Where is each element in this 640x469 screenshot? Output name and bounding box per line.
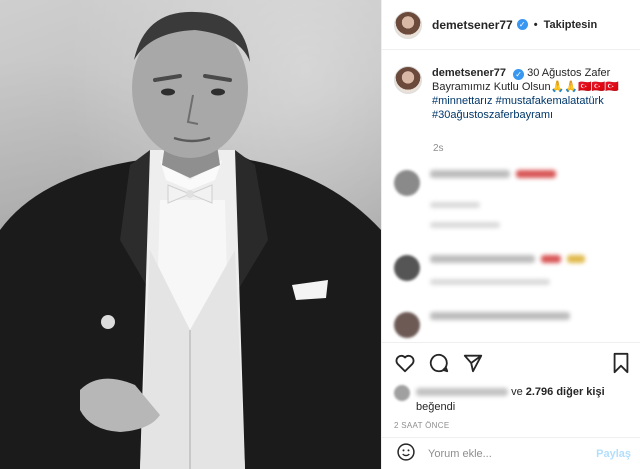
- likes-and: ve: [511, 386, 523, 398]
- likes-count-link[interactable]: 2.796 diğer kişi: [526, 386, 605, 398]
- comment-item: [394, 255, 634, 293]
- caption: demetsener77 ✓ 30 Ağustos Zafer Bayramım…: [394, 66, 634, 122]
- separator-dot: •: [533, 18, 538, 31]
- blurred-comment-meta: [430, 279, 550, 285]
- verified-icon: ✓: [516, 19, 528, 30]
- comment-avatar[interactable]: [394, 312, 420, 338]
- liker-avatar[interactable]: [394, 385, 410, 401]
- comment-avatar[interactable]: [394, 255, 420, 281]
- blurred-comment-text: [430, 202, 480, 208]
- comment-avatar[interactable]: [394, 170, 420, 196]
- add-comment-bar: Yorum ekle... Paylaş: [382, 437, 640, 469]
- emoji-icon[interactable]: [396, 442, 416, 465]
- blurred-comment-text: [430, 312, 570, 320]
- post-sidebar: demetsener77 ✓ • Takiptesin demetsener77…: [381, 0, 640, 469]
- profile-avatar[interactable]: [394, 10, 422, 39]
- blurred-emoji: [567, 255, 585, 263]
- blurred-emoji: [516, 170, 556, 178]
- verified-icon: ✓: [513, 69, 525, 80]
- caption-avatar[interactable]: [394, 66, 422, 94]
- heart-icon[interactable]: [394, 352, 416, 374]
- post-comment-button[interactable]: Paylaş: [596, 448, 631, 460]
- blurred-comment-meta: [430, 222, 500, 228]
- bookmark-icon[interactable]: [611, 352, 631, 374]
- comment-input[interactable]: Yorum ekle...: [428, 448, 596, 460]
- likes-liked-text: beğendi: [416, 401, 456, 413]
- caption-timestamp: 2s: [433, 143, 444, 154]
- portrait-illustration: [0, 11, 381, 469]
- caption-text-block: demetsener77 ✓ 30 Ağustos Zafer Bayramım…: [432, 66, 632, 122]
- post-header: demetsener77 ✓ • Takiptesin: [382, 0, 640, 50]
- hashtag-link[interactable]: #mustafakemalatatürk: [496, 95, 604, 107]
- caption-username[interactable]: demetsener77: [432, 67, 506, 79]
- action-icons: [394, 351, 631, 375]
- post-age: 2 SAAT ÖNCE: [394, 421, 450, 430]
- comment-icon[interactable]: [428, 352, 450, 374]
- blurred-emoji: [541, 255, 561, 263]
- comment-item: [394, 170, 634, 236]
- blurred-liker-name: [416, 388, 508, 397]
- username-link[interactable]: demetsener77: [432, 18, 513, 32]
- share-icon[interactable]: [462, 352, 484, 374]
- blurred-comment-text: [430, 255, 535, 263]
- action-bar: ve 2.796 diğer kişi beğendi 2 SAAT ÖNCE: [382, 342, 640, 430]
- post-photo[interactable]: [0, 0, 381, 469]
- comment-item: [394, 312, 634, 338]
- hashtag-link[interactable]: #minnettarız: [432, 95, 493, 107]
- likes-summary: ve 2.796 diğer kişi beğendi: [394, 385, 631, 415]
- blurred-comment-text: [430, 170, 510, 178]
- following-button[interactable]: Takiptesin: [544, 19, 598, 31]
- hashtag-link[interactable]: #30ağustoszaferbayramı: [432, 109, 553, 121]
